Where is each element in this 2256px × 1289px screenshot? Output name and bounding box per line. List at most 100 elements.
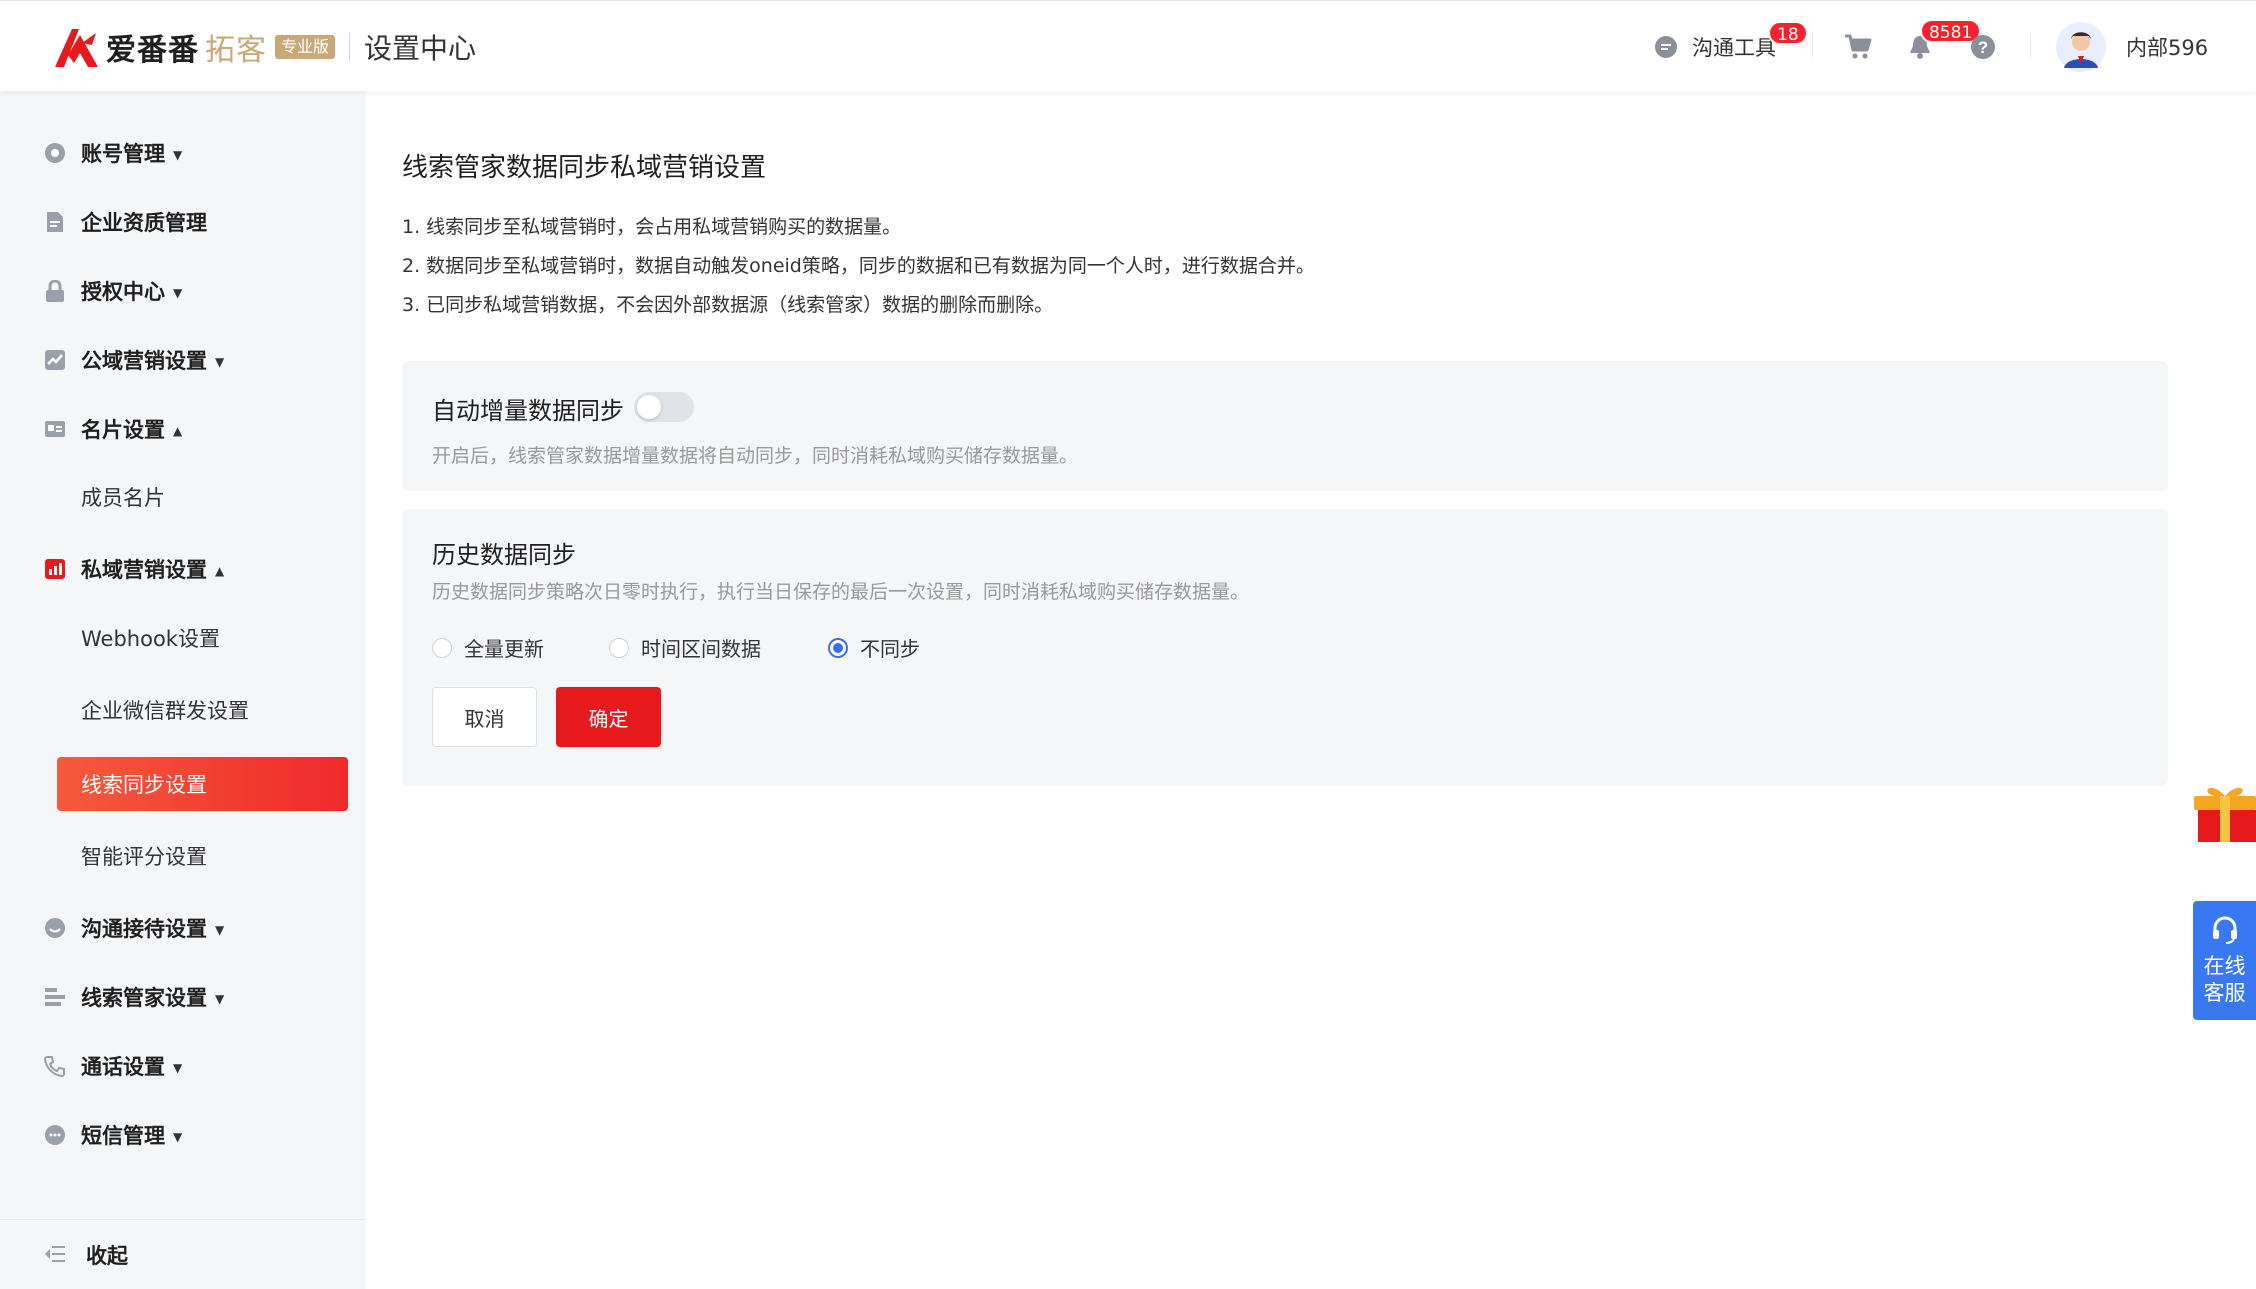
caret-down-icon: ▼ [215, 923, 225, 937]
main-content: 线索管家数据同步私域营销设置 1. 线索同步至私域营销时，会占用私域营销购买的数… [366, 91, 2256, 1289]
sidebar-item-card-settings[interactable]: 名片设置 ▲ [0, 401, 366, 457]
account-icon [44, 142, 66, 164]
edition-badge: 专业版 [275, 35, 336, 59]
sidebar-item-auth[interactable]: 授权中心 ▼ [0, 263, 366, 319]
notification-button[interactable]: 8581 [1908, 1, 1982, 92]
sidebar-sub-label: 企业微信群发设置 [81, 699, 249, 723]
sidebar-item-label: 沟通接待设置 [81, 917, 207, 941]
sidebar-sub-smart-score[interactable]: 智能评分设置 [57, 829, 348, 883]
confirm-button[interactable]: 确定 [556, 687, 661, 747]
radio-no-sync[interactable]: 不同步 [828, 633, 920, 662]
brand-product: 拓客 [205, 33, 267, 68]
sidebar-sub-label: 成员名片 [81, 486, 165, 510]
auto-sync-panel: 自动增量数据同步 开启后，线索管家数据增量数据将自动同步，同时消耗私域购买储存数… [402, 361, 2168, 491]
note-line: 2. 数据同步至私域营销时，数据自动触发oneid策略，同步的数据和已有数据为同… [402, 255, 1315, 277]
caret-down-icon: ▼ [173, 1061, 183, 1075]
document-icon [44, 211, 66, 233]
auto-sync-desc: 开启后，线索管家数据增量数据将自动同步，同时消耗私域购买储存数据量。 [432, 445, 1079, 467]
collapse-label: 收起 [86, 1243, 128, 1268]
sidebar-item-label: 授权中心 [81, 280, 165, 304]
caret-down-icon: ▼ [173, 148, 183, 162]
history-sync-desc: 历史数据同步策略次日零时执行，执行当日保存的最后一次设置，同时消耗私域购买储存数… [432, 581, 1250, 603]
comm-tool-label: 沟通工具 [1692, 35, 1776, 60]
top-header: 爱番番 拓客 专业版 设置中心 沟通工具 18 8581 ? 内部596 [0, 0, 2256, 91]
sidebar-sub-member-card[interactable]: 成员名片 [57, 470, 348, 524]
caret-up-icon: ▲ [215, 564, 225, 578]
sidebar-sub-label: 智能评分设置 [81, 845, 207, 869]
sidebar-item-label: 企业资质管理 [81, 211, 207, 235]
caret-down-icon: ▼ [173, 1130, 183, 1144]
radio-full-update[interactable]: 全量更新 [432, 633, 544, 662]
sidebar-sub-webhook[interactable]: Webhook设置 [57, 611, 348, 665]
service-label-2: 客服 [2203, 981, 2246, 1005]
sidebar-item-lead-manager[interactable]: 线索管家设置 ▼ [0, 969, 366, 1025]
caret-up-icon: ▲ [173, 424, 183, 438]
radio-label: 全量更新 [464, 637, 544, 661]
caret-down-icon: ▼ [215, 355, 225, 369]
help-icon: ? [1971, 34, 1995, 59]
smile-icon [44, 917, 66, 939]
sidebar-item-label: 账号管理 [81, 142, 165, 166]
brand-logo[interactable]: 爱番番 拓客 专业版 设置中心 [52, 25, 476, 69]
history-sync-panel: 历史数据同步 历史数据同步策略次日零时执行，执行当日保存的最后一次设置，同时消耗… [402, 509, 2168, 786]
avatar [2056, 21, 2106, 72]
sidebar-item-label: 公域营销设置 [81, 349, 207, 373]
radio-dot-selected [828, 637, 848, 658]
svg-text:?: ? [1978, 38, 1988, 57]
sidebar-item-account[interactable]: 账号管理 ▼ [0, 125, 366, 181]
note-line: 3. 已同步私域营销数据，不会因外部数据源（线索管家）数据的删除而删除。 [402, 294, 1054, 316]
chat-icon [1655, 35, 1677, 58]
header-divider [1812, 33, 1813, 57]
headset-icon [2212, 916, 2237, 944]
user-menu[interactable]: 内部596 [2056, 1, 2208, 92]
cart-icon [1845, 34, 1872, 58]
auto-sync-title: 自动增量数据同步 [432, 397, 624, 425]
bar-chart-icon [44, 558, 66, 580]
sidebar-item-public-marketing[interactable]: 公域营销设置 ▼ [0, 332, 366, 388]
radio-time-range[interactable]: 时间区间数据 [609, 633, 761, 662]
history-sync-title: 历史数据同步 [432, 541, 576, 569]
message-icon [44, 1124, 66, 1146]
auto-sync-toggle[interactable] [634, 392, 694, 422]
brand-mark-icon [55, 29, 98, 67]
sidebar-sub-wechat-group[interactable]: 企业微信群发设置 [57, 683, 348, 737]
user-name: 内部596 [2126, 35, 2209, 60]
sidebar-sub-label: Webhook设置 [81, 627, 220, 651]
sidebar-item-enterprise[interactable]: 企业资质管理 [0, 194, 366, 250]
radio-label: 时间区间数据 [641, 637, 761, 661]
toggle-knob [637, 395, 661, 419]
sidebar-item-label: 名片设置 [81, 418, 165, 442]
sidebar-item-sms[interactable]: 短信管理 ▼ [0, 1107, 366, 1163]
sidebar-item-label: 线索管家设置 [81, 986, 207, 1010]
help-button[interactable]: ? [1970, 1, 1996, 92]
comm-tool-button[interactable]: 沟通工具 18 [1654, 1, 1808, 92]
sidebar: 账号管理 ▼ 企业资质管理 授权中心 ▼ 公域营销设置 ▼ 名片设置 ▲ 成员名片 私域… [0, 91, 366, 1289]
brand-name: 爱番番 [106, 33, 199, 68]
header-divider [2030, 33, 2031, 57]
radio-dot [432, 637, 452, 658]
note-line: 1. 线索同步至私域营销时，会占用私域营销购买的数据量。 [402, 216, 902, 238]
sidebar-sub-lead-sync[interactable]: 线索同步设置 [57, 757, 348, 811]
collapse-icon [44, 1244, 66, 1268]
collapse-button[interactable]: 收起 [0, 1219, 366, 1289]
service-label-1: 在线 [2203, 954, 2246, 978]
sidebar-item-label: 私域营销设置 [81, 558, 207, 582]
sidebar-sub-label: 线索同步设置 [81, 773, 207, 797]
gift-icon[interactable] [2190, 778, 2256, 844]
sidebar-item-comm-reception[interactable]: 沟通接待设置 ▼ [0, 900, 366, 956]
caret-down-icon: ▼ [215, 992, 225, 1006]
section-title: 设置中心 [364, 32, 477, 65]
cancel-button[interactable]: 取消 [432, 687, 537, 747]
cart-button[interactable] [1844, 1, 1872, 92]
page-title: 线索管家数据同步私域营销设置 [402, 153, 767, 183]
online-service-button[interactable]: 在线 客服 [2193, 901, 2256, 1020]
radio-dot [609, 637, 629, 658]
sidebar-item-label: 通话设置 [81, 1055, 165, 1079]
lock-icon [44, 280, 66, 302]
sidebar-item-call-settings[interactable]: 通话设置 ▼ [0, 1038, 366, 1094]
trend-chart-icon [44, 349, 66, 371]
sidebar-item-label: 短信管理 [81, 1124, 165, 1148]
logo-divider [349, 33, 351, 61]
sidebar-item-private-marketing[interactable]: 私域营销设置 ▲ [0, 541, 366, 597]
id-card-icon [44, 418, 66, 440]
